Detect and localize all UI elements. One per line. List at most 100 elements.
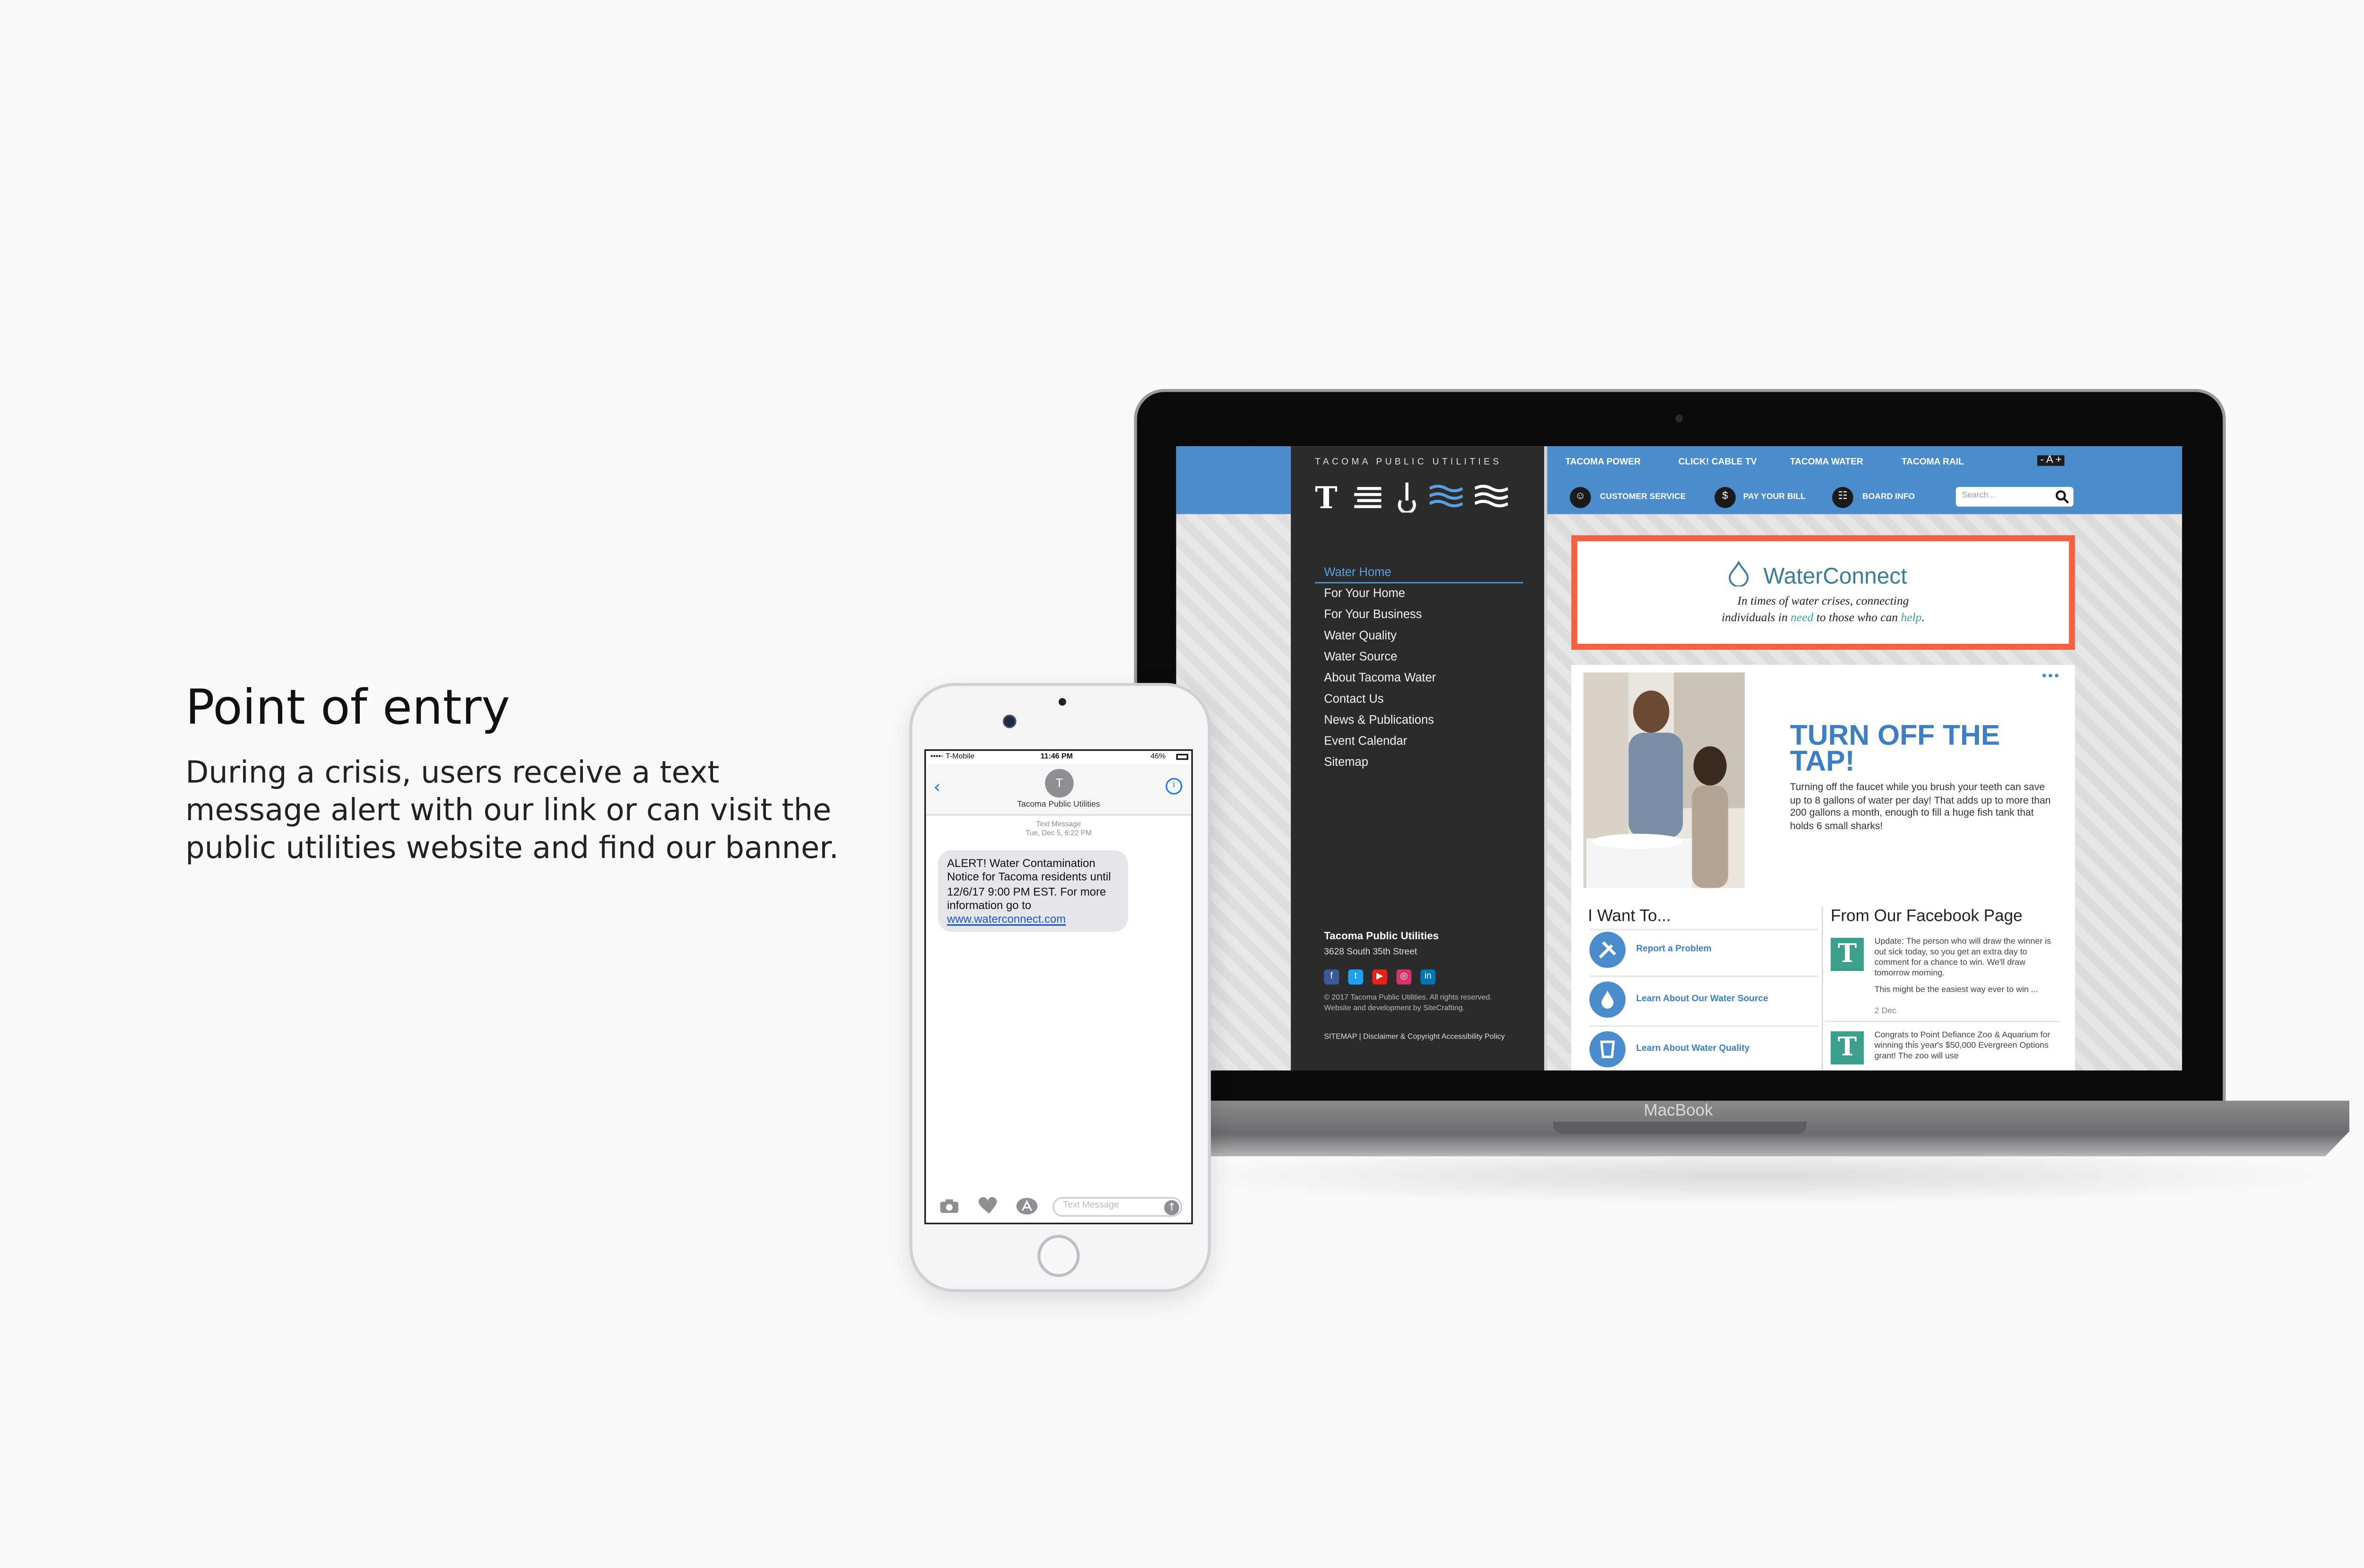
divider: [1589, 928, 1819, 930]
power-logo-icon[interactable]: [1354, 485, 1384, 510]
topnav-click-cable[interactable]: CLICK! CABLE TV: [1678, 459, 1757, 468]
sidebar-nav-events[interactable]: Event Calendar: [1324, 734, 1407, 748]
status-time: 11:46 PM: [1040, 752, 1073, 762]
sidebar-nav-for-your-business[interactable]: For Your Business: [1324, 607, 1422, 621]
message-placeholder: Text Message: [1063, 1201, 1119, 1211]
facebook-post-date: 2 Dec: [1874, 1007, 1897, 1016]
wrench-glyph: [1599, 941, 1617, 959]
customer-service-link[interactable]: CUSTOMER SERVICE: [1600, 493, 1686, 502]
camera-icon[interactable]: [939, 1199, 959, 1214]
status-bar: ••••◦ T-Mobile 11:46 PM 46%: [926, 751, 1191, 764]
pay-bill-link[interactable]: PAY YOUR BILL: [1743, 493, 1806, 502]
site-brand-name[interactable]: TACOMA PUBLIC UTILITIES: [1315, 459, 1502, 468]
facebook-post-avatar: T: [1830, 937, 1864, 971]
logo-row: T: [1315, 479, 1523, 516]
drop-glyph: [1601, 990, 1614, 1009]
facebook-section-title: From Our Facebook Page: [1830, 908, 2023, 926]
site-search-input[interactable]: Search...: [1956, 487, 2074, 507]
info-icon[interactable]: i: [1165, 778, 1182, 795]
hero-body: Turning off the faucet while you brush y…: [1790, 782, 2051, 832]
send-arrow-icon[interactable]: ↑: [1164, 1200, 1180, 1215]
topnav-tacoma-power[interactable]: TACOMA POWER: [1565, 459, 1641, 468]
conversation-header: ‹ T Tacoma Public Utilities i: [926, 764, 1191, 816]
back-chevron-icon[interactable]: ‹: [933, 777, 940, 798]
glass-glyph: [1600, 1040, 1615, 1058]
sidebar-nav-sitemap[interactable]: Sitemap: [1324, 755, 1368, 769]
sidebar-nav-about[interactable]: About Tacoma Water: [1324, 671, 1436, 684]
banner-tagline: In times of water crises, connecting ind…: [1577, 592, 2069, 625]
divider: [1825, 1021, 2060, 1022]
youtube-icon[interactable]: ▶: [1372, 969, 1388, 985]
content-card: ••• TURN OFF THE TAP! Turning off the fa…: [1571, 665, 2075, 1071]
banner-tagline-line-1: In times of water crises, connecting: [1737, 594, 1909, 608]
tagline-text: .: [1921, 610, 1925, 624]
facebook-icon[interactable]: f: [1324, 969, 1339, 985]
dollar-icon[interactable]: $: [1714, 487, 1736, 508]
message-type: Text Message: [1036, 822, 1081, 830]
battery-level: 46%: [1150, 752, 1166, 762]
water-quality-link[interactable]: Learn About Water Quality: [1636, 1045, 1750, 1054]
digital-touch-icon[interactable]: [978, 1197, 1000, 1215]
report-problem-link[interactable]: Report a Problem: [1636, 945, 1712, 954]
footer-address: 3628 South 35th Street: [1324, 948, 1417, 958]
contact-name[interactable]: Tacoma Public Utilities: [926, 801, 1191, 810]
water-logo-icon[interactable]: [1429, 484, 1463, 510]
message-text-field[interactable]: Text Message ↑: [1052, 1197, 1182, 1217]
waterconnect-link[interactable]: www.waterconnect.com: [947, 912, 1066, 926]
site-header-bar: [1547, 446, 2182, 514]
water-source-link[interactable]: Learn About Our Water Source: [1636, 995, 1768, 1004]
laptop-camera: [1675, 415, 1683, 423]
footer-links[interactable]: SITEMAP | Disclaimer & Copyright Accessi…: [1324, 1033, 1512, 1043]
tagline-text: individuals in: [1721, 610, 1791, 624]
home-button[interactable]: [1037, 1235, 1080, 1277]
linkedin-icon[interactable]: in: [1420, 969, 1436, 985]
carrier-signal: ••••◦ T-Mobile: [930, 752, 975, 762]
phone-speaker: [1058, 698, 1066, 706]
topnav-tacoma-rail[interactable]: TACOMA RAIL: [1902, 459, 1964, 468]
topnav-tacoma-water[interactable]: TACOMA WATER: [1790, 459, 1863, 468]
sidebar-nav-water-quality[interactable]: Water Quality: [1324, 629, 1397, 642]
sidebar-nav-for-your-home[interactable]: For Your Home: [1324, 587, 1405, 600]
column-divider: [1821, 906, 1824, 1071]
tagline-help: help: [1901, 610, 1922, 624]
facebook-post-text: Congrats to Point Defiance Zoo & Aquariu…: [1874, 1031, 2051, 1062]
contact-avatar[interactable]: T: [1045, 769, 1074, 798]
sidebar-nav-water-source[interactable]: Water Source: [1324, 650, 1397, 664]
hero-photo: [1583, 672, 1745, 888]
glass-icon[interactable]: [1589, 1031, 1626, 1068]
description: During a crisis, users receive a text me…: [185, 754, 839, 866]
phone-camera: [1002, 714, 1017, 728]
laptop-screen: TACOMA PUBLIC UTILITIES T Water Home For…: [1176, 446, 2182, 1071]
click-logo-icon[interactable]: [1396, 482, 1417, 513]
water-drop-icon[interactable]: [1589, 981, 1626, 1018]
message-meta: Text Message Tue, Dec 5, 6:22 PM: [926, 822, 1191, 840]
rail-logo-icon[interactable]: [1475, 484, 1508, 510]
phone-screen: ••••◦ T-Mobile 11:46 PM 46% ‹ T Tacoma P…: [924, 749, 1193, 1224]
wrench-icon[interactable]: [1589, 932, 1626, 968]
customer-service-icon[interactable]: ☺: [1570, 487, 1591, 508]
active-nav-underline: [1315, 582, 1523, 584]
clipboard-icon[interactable]: ☷: [1832, 487, 1853, 508]
sidebar-nav-contact[interactable]: Contact Us: [1324, 692, 1383, 706]
hero-photo-illustration: [1583, 672, 1745, 888]
alert-message-bubble: ALERT! Water Contamination Notice for Ta…: [938, 850, 1128, 933]
waterconnect-banner[interactable]: WaterConnect In times of water crises, c…: [1571, 535, 2075, 650]
footer-title: Tacoma Public Utilities: [1324, 932, 1439, 943]
footer-copyright: © 2017 Tacoma Public Utilities. All righ…: [1324, 993, 1492, 1014]
facebook-post-text: Update: The person who will draw the win…: [1874, 937, 2051, 979]
search-icon[interactable]: [2055, 490, 2069, 504]
tagline-need: need: [1790, 610, 1814, 624]
more-options-icon[interactable]: •••: [2042, 668, 2061, 683]
sidebar-nav-news[interactable]: News & Publications: [1324, 713, 1434, 727]
board-info-link[interactable]: BOARD INFO: [1862, 493, 1915, 502]
tagline-text: to those who can: [1813, 610, 1901, 624]
banner-title: WaterConnect: [1763, 563, 1907, 590]
divider: [1589, 975, 1819, 977]
sidebar-nav-water-home[interactable]: Water Home: [1324, 565, 1391, 579]
tacoma-t-logo[interactable]: T: [1315, 479, 1337, 516]
font-size-control[interactable]: - A +: [2037, 455, 2065, 466]
message-timestamp: Tue, Dec 5, 6:22 PM: [1026, 831, 1092, 839]
app-store-icon[interactable]: [1016, 1197, 1038, 1215]
instagram-icon[interactable]: ◎: [1396, 969, 1412, 985]
twitter-icon[interactable]: t: [1348, 969, 1364, 985]
